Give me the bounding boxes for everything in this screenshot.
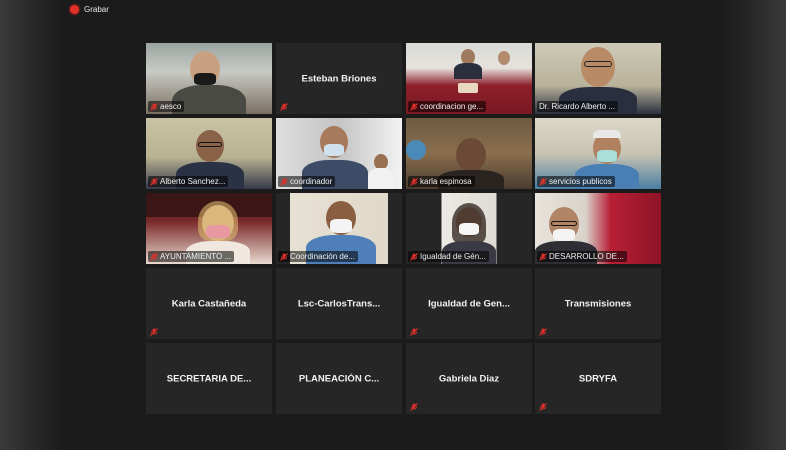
participant-tile-active-speaker[interactable]: Dr. Ricardo Alberto ... xyxy=(535,43,661,114)
participant-name-label: Alberto Sanchez... xyxy=(148,176,229,187)
participant-tile[interactable]: Lsc-CarlosTrans... xyxy=(276,268,402,339)
participant-tile[interactable]: Igualdad de Gén... xyxy=(406,193,532,264)
participant-name-label: servicios publicos xyxy=(537,176,615,187)
participant-name-label: Igualdad de Gén... xyxy=(408,251,489,262)
muted-mic-icon xyxy=(150,177,158,186)
muted-mic-icon xyxy=(410,252,418,261)
muted-mic-icon xyxy=(410,328,418,336)
participant-tile[interactable]: PLANEACIÓN C... xyxy=(276,343,402,414)
participant-name: Gabriela Diaz xyxy=(438,373,500,384)
muted-mic-icon xyxy=(539,403,547,411)
participant-name: Igualdad de Gen... xyxy=(428,298,510,309)
muted-mic-icon xyxy=(539,328,547,336)
participant-name: PLANEACIÓN C... xyxy=(298,373,380,384)
participant-tile[interactable]: DESARROLLO DE... xyxy=(535,193,661,264)
record-dot-icon xyxy=(70,5,79,14)
participant-name-label: Coordinación de... xyxy=(278,251,358,262)
background-right-edge xyxy=(724,0,786,450)
participant-tile[interactable]: Igualdad de Gen... xyxy=(406,268,532,339)
participant-name: Transmisiones xyxy=(564,298,632,309)
participant-name-label: coordinador xyxy=(278,176,336,187)
muted-mic-icon xyxy=(410,177,418,186)
muted-mic-icon xyxy=(539,177,547,186)
record-button[interactable]: Grabar xyxy=(70,5,109,14)
muted-mic-icon xyxy=(280,103,288,111)
participant-name: Lsc-CarlosTrans... xyxy=(297,298,381,309)
muted-mic-icon xyxy=(410,403,418,411)
participant-name: Karla Castañeda xyxy=(171,298,247,309)
participant-tile[interactable]: coordinacion ge... xyxy=(406,43,532,114)
participant-name-label: Dr. Ricardo Alberto ... xyxy=(537,101,619,112)
participant-name: SDRYFA xyxy=(578,373,618,384)
participant-tile[interactable]: AYUNTAMIENTO ... xyxy=(146,193,272,264)
background-left-edge xyxy=(0,0,62,450)
muted-mic-icon xyxy=(280,177,288,186)
muted-mic-icon xyxy=(539,252,547,261)
participant-tile[interactable]: SDRYFA xyxy=(535,343,661,414)
participant-name-label: AYUNTAMIENTO ... xyxy=(148,251,235,262)
muted-mic-icon xyxy=(150,328,158,336)
record-label: Grabar xyxy=(84,5,109,14)
participant-tile[interactable]: SECRETARIA DE... xyxy=(146,343,272,414)
participant-tile[interactable]: Alberto Sanchez... xyxy=(146,118,272,189)
participant-name-label: coordinacion ge... xyxy=(408,101,487,112)
participant-tile[interactable]: Esteban Briones xyxy=(276,43,402,114)
participant-tile[interactable]: Karla Castañeda xyxy=(146,268,272,339)
participant-tile[interactable]: Transmisiones xyxy=(535,268,661,339)
participant-tile[interactable]: aesco xyxy=(146,43,272,114)
participant-tile[interactable]: coordinador xyxy=(276,118,402,189)
participant-name-label: DESARROLLO DE... xyxy=(537,251,627,262)
muted-mic-icon xyxy=(150,252,158,261)
participant-name: Esteban Briones xyxy=(301,73,377,84)
participant-name-label: karla espinosa xyxy=(408,176,475,187)
participant-name-label: aesco xyxy=(148,101,185,112)
muted-mic-icon xyxy=(150,102,158,111)
participant-tile[interactable]: Coordinación de... xyxy=(276,193,402,264)
participant-tile[interactable]: karla espinosa xyxy=(406,118,532,189)
participant-name: SECRETARIA DE... xyxy=(166,373,252,384)
muted-mic-icon xyxy=(410,102,418,111)
participant-tile[interactable]: Gabriela Diaz xyxy=(406,343,532,414)
muted-mic-icon xyxy=(280,252,288,261)
participant-tile[interactable]: servicios publicos xyxy=(535,118,661,189)
